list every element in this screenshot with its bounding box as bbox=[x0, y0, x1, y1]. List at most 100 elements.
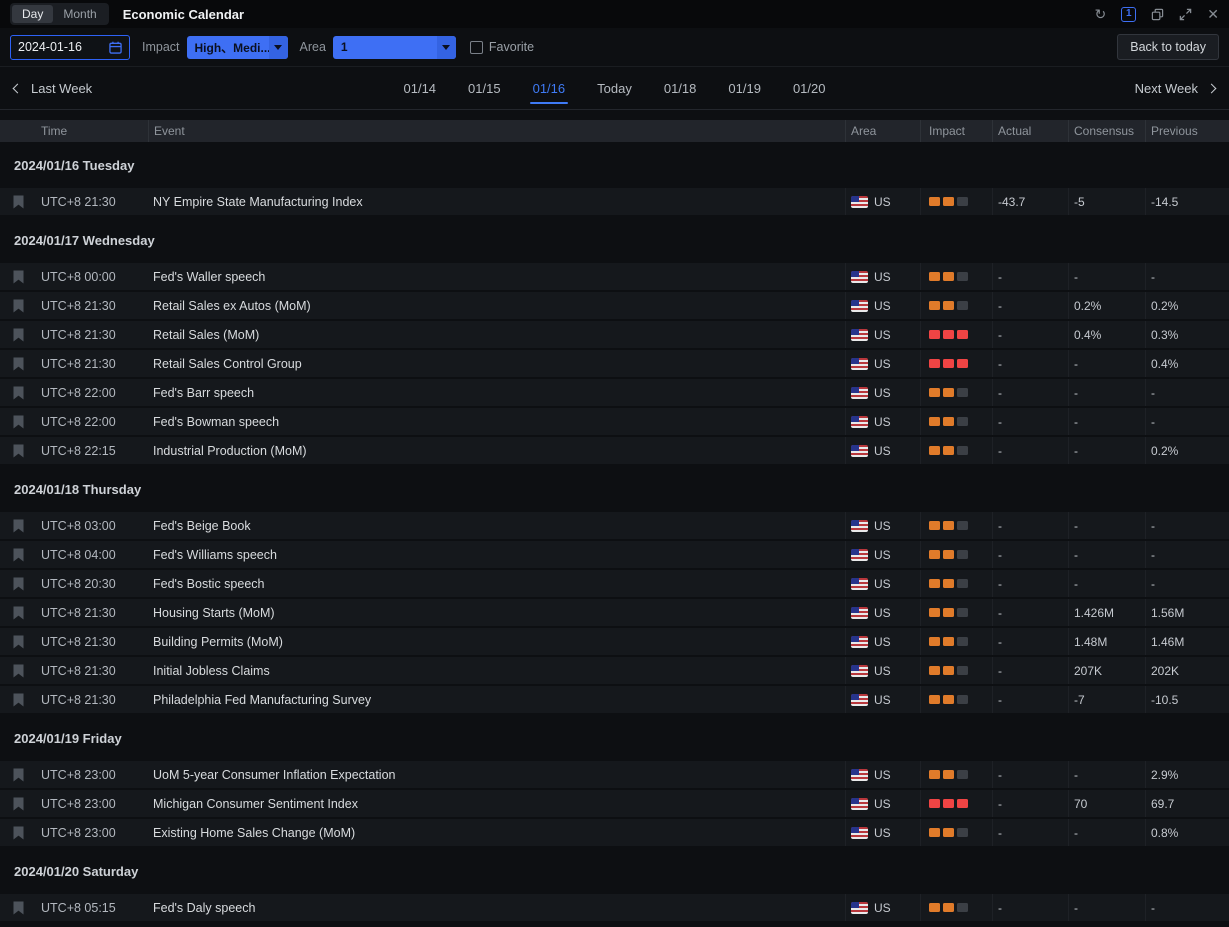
bookmark-cell[interactable] bbox=[0, 408, 36, 435]
week-day-tab[interactable]: 01/16 bbox=[530, 68, 569, 109]
area-label: US bbox=[874, 444, 891, 458]
impact-bar bbox=[929, 770, 940, 779]
expand-icon[interactable] bbox=[1179, 8, 1192, 21]
week-day-tab[interactable]: Today bbox=[594, 68, 635, 109]
layout-single-icon[interactable]: 1 bbox=[1121, 7, 1136, 22]
week-day-tab[interactable]: 01/18 bbox=[661, 68, 700, 109]
close-icon[interactable]: ✕ bbox=[1207, 7, 1219, 21]
week-day-tab[interactable]: 01/20 bbox=[790, 68, 829, 109]
bookmark-cell[interactable] bbox=[0, 628, 36, 655]
impact-bar bbox=[957, 695, 968, 704]
favorite-checkbox[interactable] bbox=[470, 41, 483, 54]
bookmark-cell[interactable] bbox=[0, 512, 36, 539]
week-day-tab[interactable]: 01/15 bbox=[465, 68, 504, 109]
previous-value: 0.4% bbox=[1145, 350, 1229, 377]
event-name: Fed's Waller speech bbox=[148, 263, 845, 290]
area-select[interactable]: 1 bbox=[333, 36, 456, 59]
impact-bar bbox=[957, 521, 968, 530]
area-filter-label: Area bbox=[300, 40, 326, 54]
event-row[interactable]: UTC+8 21:30Building Permits (MoM)US-1.48… bbox=[0, 628, 1229, 657]
impact-select[interactable]: High、Medi... bbox=[187, 36, 288, 59]
event-row[interactable]: UTC+8 05:15Fed's Daly speechUS--- bbox=[0, 894, 1229, 923]
event-row[interactable]: UTC+8 23:00UoM 5-year Consumer Inflation… bbox=[0, 761, 1229, 790]
impact-bar bbox=[957, 330, 968, 339]
week-day-tab[interactable]: 01/19 bbox=[725, 68, 764, 109]
event-time: UTC+8 21:30 bbox=[36, 686, 148, 713]
impact-indicator bbox=[920, 894, 992, 921]
bookmark-cell[interactable] bbox=[0, 657, 36, 684]
window-restore-icon[interactable] bbox=[1151, 8, 1164, 21]
previous-value: 0.2% bbox=[1145, 437, 1229, 464]
event-name: Fed's Williams speech bbox=[148, 541, 845, 568]
bookmark-cell[interactable] bbox=[0, 894, 36, 921]
impact-indicator bbox=[920, 686, 992, 713]
us-flag-icon bbox=[851, 636, 868, 648]
bookmark-cell[interactable] bbox=[0, 321, 36, 348]
bookmark-cell[interactable] bbox=[0, 819, 36, 846]
event-row[interactable]: UTC+8 22:00Fed's Bowman speechUS--- bbox=[0, 408, 1229, 437]
bookmark-icon bbox=[13, 444, 24, 458]
bookmark-cell[interactable] bbox=[0, 761, 36, 788]
event-row[interactable]: UTC+8 20:30Fed's Bostic speechUS--- bbox=[0, 570, 1229, 599]
event-row[interactable]: UTC+8 22:15Industrial Production (MoM)US… bbox=[0, 437, 1229, 466]
impact-bar bbox=[943, 550, 954, 559]
bookmark-cell[interactable] bbox=[0, 686, 36, 713]
event-area: US bbox=[845, 437, 920, 464]
bookmark-cell[interactable] bbox=[0, 350, 36, 377]
event-area: US bbox=[845, 570, 920, 597]
impact-bar bbox=[957, 197, 968, 206]
bookmark-cell[interactable] bbox=[0, 379, 36, 406]
impact-indicator bbox=[920, 379, 992, 406]
bookmark-cell[interactable] bbox=[0, 790, 36, 817]
event-row[interactable]: UTC+8 22:00Fed's Barr speechUS--- bbox=[0, 379, 1229, 408]
date-group-header: 2024/01/16 Tuesday bbox=[0, 142, 1229, 188]
day-toggle-button[interactable]: Day bbox=[12, 5, 53, 23]
impact-bar bbox=[957, 637, 968, 646]
bookmark-icon bbox=[13, 664, 24, 678]
event-row[interactable]: UTC+8 03:00Fed's Beige BookUS--- bbox=[0, 512, 1229, 541]
event-row[interactable]: UTC+8 04:00Fed's Williams speechUS--- bbox=[0, 541, 1229, 570]
favorite-filter[interactable]: Favorite bbox=[470, 40, 534, 54]
us-flag-icon bbox=[851, 416, 868, 428]
actual-value: - bbox=[992, 761, 1068, 788]
event-area: US bbox=[845, 894, 920, 921]
actual-value: - bbox=[992, 512, 1068, 539]
us-flag-icon bbox=[851, 549, 868, 561]
bookmark-cell[interactable] bbox=[0, 570, 36, 597]
bookmark-cell[interactable] bbox=[0, 599, 36, 626]
event-row[interactable]: UTC+8 23:00Existing Home Sales Change (M… bbox=[0, 819, 1229, 848]
event-row[interactable]: UTC+8 21:30Philadelphia Fed Manufacturin… bbox=[0, 686, 1229, 715]
event-row[interactable]: UTC+8 21:30Initial Jobless ClaimsUS-207K… bbox=[0, 657, 1229, 686]
week-day-tab[interactable]: 01/14 bbox=[401, 68, 440, 109]
bookmark-cell[interactable] bbox=[0, 263, 36, 290]
impact-bar bbox=[957, 301, 968, 310]
last-week-button[interactable]: Last Week bbox=[14, 81, 92, 96]
event-row[interactable]: UTC+8 21:30Retail Sales (MoM)US-0.4%0.3% bbox=[0, 321, 1229, 350]
bookmark-cell[interactable] bbox=[0, 541, 36, 568]
month-toggle-button[interactable]: Month bbox=[53, 5, 106, 23]
bookmark-cell[interactable] bbox=[0, 188, 36, 215]
impact-bar bbox=[929, 359, 940, 368]
event-row[interactable]: UTC+8 00:00Fed's Waller speechUS--- bbox=[0, 263, 1229, 292]
event-row[interactable]: UTC+8 21:30Housing Starts (MoM)US-1.426M… bbox=[0, 599, 1229, 628]
area-label: US bbox=[874, 548, 891, 562]
event-row[interactable]: UTC+8 21:30NY Empire State Manufacturing… bbox=[0, 188, 1229, 217]
previous-value: 69.7 bbox=[1145, 790, 1229, 817]
page-title: Economic Calendar bbox=[123, 7, 244, 22]
event-row[interactable]: UTC+8 21:30Retail Sales Control GroupUS-… bbox=[0, 350, 1229, 379]
event-row[interactable]: UTC+8 21:30Retail Sales ex Autos (MoM)US… bbox=[0, 292, 1229, 321]
last-week-label: Last Week bbox=[31, 81, 92, 96]
impact-bar bbox=[943, 828, 954, 837]
us-flag-icon bbox=[851, 520, 868, 532]
impact-bar bbox=[957, 608, 968, 617]
consensus-value: 70 bbox=[1068, 790, 1145, 817]
event-row[interactable]: UTC+8 23:00Michigan Consumer Sentiment I… bbox=[0, 790, 1229, 819]
refresh-icon[interactable]: ↻ bbox=[1095, 7, 1107, 21]
previous-value: -10.5 bbox=[1145, 686, 1229, 713]
bookmark-cell[interactable] bbox=[0, 292, 36, 319]
next-week-button[interactable]: Next Week bbox=[1135, 81, 1215, 96]
date-input[interactable]: 2024-01-16 bbox=[10, 35, 130, 60]
bookmark-cell[interactable] bbox=[0, 437, 36, 464]
impact-indicator bbox=[920, 790, 992, 817]
back-to-today-button[interactable]: Back to today bbox=[1117, 34, 1219, 60]
